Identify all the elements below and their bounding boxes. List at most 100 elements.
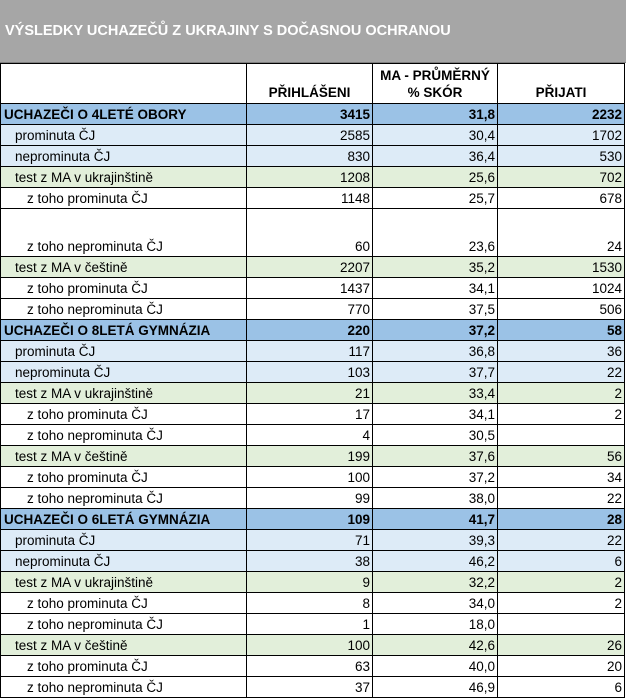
table-row: UCHAZEČI O 4LETÉ OBORY 3415 31,8 2232 bbox=[0, 103, 625, 125]
cell-prijati: 2 bbox=[497, 592, 625, 614]
cell-prijati: 36 bbox=[497, 340, 625, 362]
row-label: z toho prominuta ČJ bbox=[0, 187, 247, 209]
header-skor: MA - PRŮMĚRNÝ % SKÓR bbox=[372, 63, 498, 104]
table-row: z toho prominuta ČJ 63 40,0 20 bbox=[0, 655, 625, 677]
cell-prihlaseni: 2207 bbox=[246, 256, 373, 278]
row-label: prominuta ČJ bbox=[0, 124, 247, 146]
cell-prijati: 58 bbox=[497, 319, 625, 341]
table-row: UCHAZEČI O 8LETÁ GYMNÁZIA 220 37,2 58 bbox=[0, 319, 625, 341]
header-prihlaseni: PŘIHLÁŠENI bbox=[246, 63, 373, 104]
cell-skor: 35,2 bbox=[372, 256, 498, 278]
cell-prihlaseni: 770 bbox=[246, 298, 373, 320]
cell-skor: 34,1 bbox=[372, 277, 498, 299]
cell-prijati: 530 bbox=[497, 145, 625, 167]
cell-prihlaseni: 9 bbox=[246, 571, 373, 593]
cell-skor: 33,4 bbox=[372, 382, 498, 404]
cell-prijati: 24 bbox=[497, 208, 625, 257]
row-label: z toho prominuta ČJ bbox=[0, 403, 247, 425]
cell-prijati: 2 bbox=[497, 571, 625, 593]
cell-prihlaseni: 1148 bbox=[246, 187, 373, 209]
cell-skor: 46,9 bbox=[372, 676, 498, 698]
table-row: test z MA v češtině 100 42,6 26 bbox=[0, 634, 625, 656]
cell-skor: 37,6 bbox=[372, 445, 498, 467]
cell-prihlaseni: 100 bbox=[246, 634, 373, 656]
cell-prihlaseni: 220 bbox=[246, 319, 373, 341]
cell-prihlaseni: 3415 bbox=[246, 103, 373, 125]
cell-prijati: 1702 bbox=[497, 124, 625, 146]
cell-prihlaseni: 60 bbox=[246, 208, 373, 257]
row-label: z toho neprominuta ČJ bbox=[0, 676, 247, 698]
table-row: test z MA v ukrajinštině 9 32,2 2 bbox=[0, 571, 625, 593]
cell-prijati: 2232 bbox=[497, 103, 625, 125]
table-row: test z MA v ukrajinštině 21 33,4 2 bbox=[0, 382, 625, 404]
cell-prijati: 26 bbox=[497, 634, 625, 656]
row-label: z toho neprominuta ČJ bbox=[0, 424, 247, 446]
cell-prijati: 2 bbox=[497, 382, 625, 404]
cell-prijati bbox=[497, 613, 625, 635]
table-row: z toho neprominuta ČJ 99 38,0 22 bbox=[0, 487, 625, 509]
table-row: z toho prominuta ČJ 17 34,1 2 bbox=[0, 403, 625, 425]
cell-prihlaseni: 1437 bbox=[246, 277, 373, 299]
cell-skor: 41,7 bbox=[372, 508, 498, 530]
cell-prihlaseni: 109 bbox=[246, 508, 373, 530]
cell-prihlaseni: 63 bbox=[246, 655, 373, 677]
cell-prijati: 506 bbox=[497, 298, 625, 320]
row-label: neprominuta ČJ bbox=[0, 550, 247, 572]
cell-prihlaseni: 103 bbox=[246, 361, 373, 383]
cell-skor: 36,4 bbox=[372, 145, 498, 167]
header-prijati: PŘIJATI bbox=[497, 63, 625, 104]
cell-prihlaseni: 1 bbox=[246, 613, 373, 635]
cell-skor: 30,5 bbox=[372, 424, 498, 446]
cell-prihlaseni: 21 bbox=[246, 382, 373, 404]
results-table: PŘIHLÁŠENI MA - PRŮMĚRNÝ % SKÓR PŘIJATI … bbox=[0, 63, 625, 698]
row-label: test z MA v ukrajinštině bbox=[0, 382, 247, 404]
table-body: UCHAZEČI O 4LETÉ OBORY 3415 31,8 2232 promin… bbox=[0, 103, 625, 698]
cell-skor: 38,0 bbox=[372, 487, 498, 509]
row-label: neprominuta ČJ bbox=[0, 361, 247, 383]
cell-prijati: 22 bbox=[497, 361, 625, 383]
cell-skor: 37,7 bbox=[372, 361, 498, 383]
table-row: z toho prominuta ČJ 1437 34,1 1024 bbox=[0, 277, 625, 299]
table-row: UCHAZEČI O 6LETÁ GYMNÁZIA 109 41,7 28 bbox=[0, 508, 625, 530]
row-label: z toho prominuta ČJ bbox=[0, 655, 247, 677]
cell-skor: 23,6 bbox=[372, 208, 498, 257]
cell-prijati: 56 bbox=[497, 445, 625, 467]
row-label: z toho neprominuta ČJ bbox=[0, 208, 247, 257]
row-label: test z MA v ukrajinštině bbox=[0, 571, 247, 593]
cell-prijati: 22 bbox=[497, 487, 625, 509]
row-label: z toho prominuta ČJ bbox=[0, 277, 247, 299]
cell-prihlaseni: 4 bbox=[246, 424, 373, 446]
row-label: UCHAZEČI O 6LETÁ GYMNÁZIA bbox=[0, 508, 247, 530]
row-label: test z MA v češtině bbox=[0, 445, 247, 467]
row-label: UCHAZEČI O 4LETÉ OBORY bbox=[0, 103, 247, 125]
row-label: z toho neprominuta ČJ bbox=[0, 298, 247, 320]
row-label: z toho neprominuta ČJ bbox=[0, 487, 247, 509]
cell-skor: 31,8 bbox=[372, 103, 498, 125]
cell-prihlaseni: 17 bbox=[246, 403, 373, 425]
table-title: VÝSLEDKY UCHAZEČŮ Z UKRAJINY S DOČASNOU … bbox=[0, 0, 626, 63]
row-label: neprominuta ČJ bbox=[0, 145, 247, 167]
table-row: z toho neprominuta ČJ 1 18,0 bbox=[0, 613, 625, 635]
row-label: prominuta ČJ bbox=[0, 340, 247, 362]
cell-skor: 37,2 bbox=[372, 466, 498, 488]
cell-skor: 42,6 bbox=[372, 634, 498, 656]
table-row: z toho prominuta ČJ 8 34,0 2 bbox=[0, 592, 625, 614]
cell-skor: 25,6 bbox=[372, 166, 498, 188]
cell-prihlaseni: 2585 bbox=[246, 124, 373, 146]
cell-prihlaseni: 38 bbox=[246, 550, 373, 572]
cell-skor: 40,0 bbox=[372, 655, 498, 677]
table-row: test z MA v ukrajinštině 1208 25,6 702 bbox=[0, 166, 625, 188]
cell-prijati: 702 bbox=[497, 166, 625, 188]
cell-skor: 18,0 bbox=[372, 613, 498, 635]
cell-skor: 30,4 bbox=[372, 124, 498, 146]
cell-prijati: 2 bbox=[497, 403, 625, 425]
row-label: z toho prominuta ČJ bbox=[0, 592, 247, 614]
cell-prihlaseni: 199 bbox=[246, 445, 373, 467]
row-label: z toho prominuta ČJ bbox=[0, 466, 247, 488]
table-row: z toho neprominuta ČJ 60 23,6 24 bbox=[0, 208, 625, 257]
cell-prijati: 1024 bbox=[497, 277, 625, 299]
table-row: prominuta ČJ 117 36,8 36 bbox=[0, 340, 625, 362]
table-row: z toho neprominuta ČJ 37 46,9 6 bbox=[0, 676, 625, 698]
cell-prijati: 20 bbox=[497, 655, 625, 677]
row-label: test z MA v ukrajinštině bbox=[0, 166, 247, 188]
